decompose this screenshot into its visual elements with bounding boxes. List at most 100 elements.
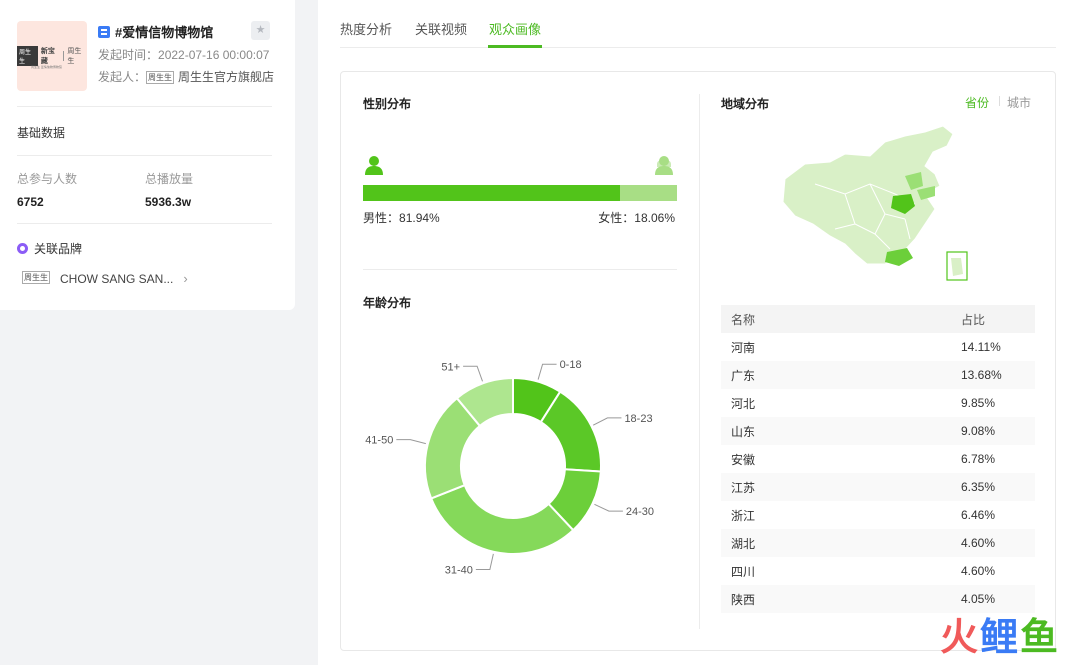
male-ratio-text: 男性：81.94% <box>363 209 440 226</box>
table-row: 浙江 6.46% <box>721 501 1035 529</box>
active-tab-indicator <box>488 45 542 48</box>
audience-panel: 性别分布 男性：81.94% 女性：18.06% 年龄分布 0-18 18-23 2… <box>340 71 1056 651</box>
location-pin-icon <box>17 243 28 254</box>
participants-label: 总参与人数 <box>17 172 78 186</box>
owner-name[interactable]: 周生生官方旗舰店 <box>178 70 274 84</box>
cover-logo-box: 周生生 <box>17 46 38 66</box>
donut-label: 51+ <box>441 361 460 373</box>
topic-cover-image: 周生生 新宝藏 周生生 周生生 爱情信物博物馆 <box>17 21 87 91</box>
row-name: 陕西 <box>731 592 756 607</box>
male-pct: 81.94% <box>399 211 440 225</box>
female-pct: 18.06% <box>634 211 675 225</box>
related-brand-title: 关联品牌 <box>17 240 82 257</box>
row-pct: 14.11% <box>961 340 1001 354</box>
start-time-value: 2022-07-16 00:00:07 <box>158 48 270 62</box>
chevron-right-icon: › <box>183 271 188 286</box>
column-header-name: 名称 <box>731 312 756 327</box>
donut-leader-line <box>396 439 426 445</box>
gender-title: 性别分布 <box>363 97 412 111</box>
table-row: 河南 14.11% <box>721 333 1035 361</box>
toggle-province[interactable]: 省份 <box>965 94 989 111</box>
related-brand-link[interactable]: 周生生 CHOW SANG SAN... › <box>22 271 188 286</box>
divider <box>17 223 272 224</box>
participants-value: 6752 <box>17 195 44 209</box>
topic-title-row: #爱情信物博物馆 <box>98 22 213 41</box>
donut-label: 41-50 <box>365 435 393 447</box>
male-ratio-fill <box>363 185 621 201</box>
row-name: 四川 <box>731 564 756 579</box>
table-header-row: 名称 占比 <box>721 305 1035 333</box>
row-pct: 6.46% <box>961 508 996 522</box>
brand-logo-icon: 周生生 <box>22 271 50 284</box>
cover-logo-brand: 周生生 <box>67 48 82 65</box>
owner-label: 发起人： <box>98 70 147 84</box>
table-row: 广东 13.68% <box>721 361 1035 389</box>
watermark-char: 火 <box>939 617 978 659</box>
donut-label: 31-40 <box>445 564 473 576</box>
table-row: 四川 4.60% <box>721 557 1035 585</box>
region-table: 名称 占比 河南 14.11% 广东 13.68% 河北 9.85% 山东 9.08% … <box>721 305 1035 613</box>
age-title: 年龄分布 <box>363 296 412 310</box>
donut-leader-line <box>475 553 494 570</box>
donut-leader-line <box>537 363 557 380</box>
table-row: 河北 9.85% <box>721 389 1035 417</box>
donut-leader-line <box>592 417 622 426</box>
related-brand-label: 关联品牌 <box>34 242 83 256</box>
topic-owner: 发起人： 周生生 周生生官方旗舰店 <box>98 68 274 85</box>
owner-logo-icon: 周生生 <box>146 71 175 84</box>
gender-ratio-bar <box>363 185 677 201</box>
brand-name: CHOW SANG SAN... <box>60 271 174 286</box>
site-watermark-logo: 火 鲤 鱼 <box>940 606 1058 661</box>
favorite-star-button[interactable]: ★ <box>251 21 270 40</box>
cover-logo-text: 新宝藏 <box>40 48 55 65</box>
topic-title: #爱情信物博物馆 <box>115 25 214 40</box>
main-content: 热度分析 关联视频 观众画像 性别分布 男性：81.94% 女性：18.06% … <box>318 0 1080 665</box>
row-name: 湖北 <box>731 536 756 551</box>
china-region-map <box>782 125 968 281</box>
row-name: 河北 <box>731 396 756 411</box>
divider <box>17 106 272 107</box>
divider <box>17 155 272 156</box>
star-icon: ★ <box>255 24 266 36</box>
toggle-separator <box>999 96 1000 106</box>
table-row: 江苏 6.35% <box>721 473 1035 501</box>
table-row: 安徽 6.78% <box>721 445 1035 473</box>
row-pct: 4.60% <box>961 536 996 550</box>
female-ratio-text: 女性：18.06% <box>598 209 675 226</box>
tab-related-videos[interactable]: 关联视频 <box>415 19 467 38</box>
donut-leader-line <box>463 365 483 382</box>
row-pct: 13.68% <box>961 368 1002 382</box>
row-pct: 4.05% <box>961 592 996 606</box>
row-name: 浙江 <box>731 508 756 523</box>
row-pct: 6.35% <box>961 480 996 494</box>
start-time-label: 发起时间： <box>98 48 159 62</box>
table-row: 湖北 4.60% <box>721 529 1035 557</box>
cover-logo-divider <box>63 51 65 61</box>
cover-logo-subtitle: 周生生 爱情信物博物馆 <box>31 65 62 69</box>
tab-audience-profile[interactable]: 观众画像 <box>489 19 541 38</box>
topic-start-time: 发起时间：2022-07-16 00:00:07 <box>98 46 269 63</box>
age-donut-chart: 0-18 18-23 24-30 31-40 41-50 51+ <box>365 359 654 576</box>
column-header-pct: 占比 <box>961 312 986 327</box>
donut-label: 18-23 <box>624 413 652 425</box>
table-row: 山东 9.08% <box>721 417 1035 445</box>
donut-leader-line <box>594 503 623 512</box>
row-name: 广东 <box>731 368 756 383</box>
row-name: 河南 <box>731 340 756 355</box>
watermark-char: 鱼 <box>1019 617 1058 659</box>
watermark-char: 鲤 <box>979 617 1018 659</box>
topic-list-icon <box>98 25 110 38</box>
tab-bar: 热度分析 关联视频 观众画像 <box>340 0 1056 48</box>
toggle-city[interactable]: 城市 <box>1007 94 1031 111</box>
row-name: 江苏 <box>731 480 756 495</box>
male-label: 男性： <box>363 211 400 225</box>
region-title: 地域分布 <box>721 97 770 111</box>
plays-value: 5936.3w <box>145 195 192 209</box>
basic-data-title: 基础数据 <box>17 126 66 140</box>
tab-heat-analysis[interactable]: 热度分析 <box>340 19 392 38</box>
row-name: 安徽 <box>731 452 756 467</box>
row-pct: 6.78% <box>961 452 996 466</box>
donut-slice-31-40[interactable] <box>429 483 575 555</box>
donut-label: 0-18 <box>560 359 582 371</box>
row-pct: 9.08% <box>961 424 996 438</box>
